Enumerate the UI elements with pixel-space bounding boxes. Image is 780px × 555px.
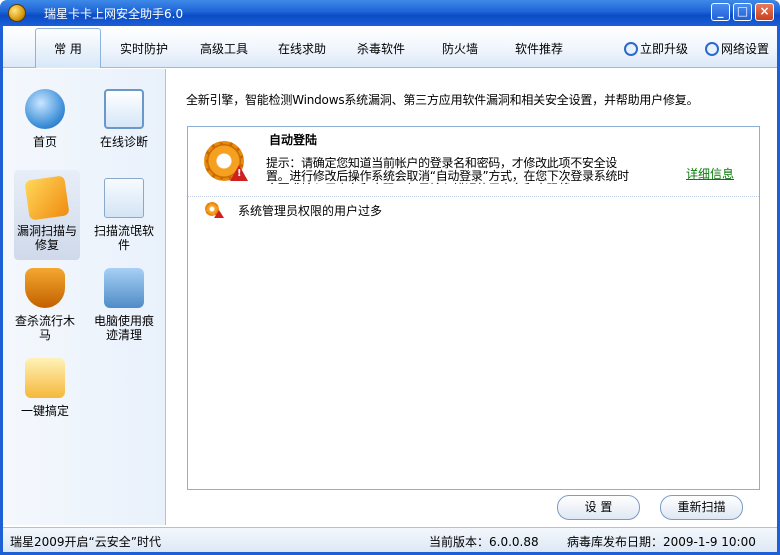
sidebar-item-trojan-scan[interactable]: 查杀流行木马 xyxy=(12,260,78,350)
sidebar-item-label: 一键搞定 xyxy=(20,404,69,418)
upgrade-label: 立即升级 xyxy=(640,42,689,56)
settings-button[interactable]: 设 置 xyxy=(557,495,640,520)
tab-antivirus[interactable]: 杀毒软件 xyxy=(357,40,405,57)
issue-title: 系统管理员权限的用户过多 xyxy=(238,204,383,218)
upgrade-icon xyxy=(624,42,638,56)
maximize-button[interactable]: □ xyxy=(733,3,752,21)
list-item[interactable]: 自动登陆 提示：请确定您知道当前帐户的登录名和密码，才修改此项不安全设置。进行修… xyxy=(188,127,759,197)
clean-traces-icon xyxy=(104,268,144,308)
tab-online-help[interactable]: 在线求助 xyxy=(278,40,326,57)
warning-icon xyxy=(230,165,248,181)
slogan-link[interactable]: 瑞星2009开启“云安全”时代 xyxy=(10,533,161,550)
status-bar: 瑞星2009开启“云安全”时代 当前版本：6.0.0.88 病毒库发布日期：20… xyxy=(3,527,777,552)
tab-common[interactable]: 常 用 xyxy=(35,28,101,68)
sidebar-item-one-click[interactable]: 一键搞定 xyxy=(12,350,78,430)
detail-info-link[interactable]: 详细信息 xyxy=(686,165,734,182)
minimize-button[interactable]: _ xyxy=(711,3,730,21)
tab-advanced-tools[interactable]: 高级工具 xyxy=(200,40,248,57)
app-logo-icon xyxy=(8,4,26,22)
sidebar-item-label: 在线诊断 xyxy=(99,135,148,149)
version-text: 当前版本：6.0.0.88 xyxy=(429,535,539,549)
issue-title: 自动登陆 xyxy=(269,133,318,147)
issue-list[interactable]: 自动登陆 提示：请确定您知道当前帐户的登录名和密码，才修改此项不安全设置。进行修… xyxy=(187,126,760,490)
trojan-icon xyxy=(25,268,65,308)
sidebar-item-label: 电脑使用痕迹清理 xyxy=(93,314,154,342)
issue-description: 提示：请确定您知道当前帐户的登录名和密码，才修改此项不安全设置。进行修改后操作系… xyxy=(266,157,629,184)
one-click-icon xyxy=(25,358,65,398)
top-navigation: 常 用 实时防护 高级工具 在线求助 杀毒软件 防火墙 软件推荐 立即升级 网络… xyxy=(3,26,777,68)
close-button[interactable]: × xyxy=(755,3,774,21)
sidebar-item-rogue-software[interactable]: 扫描流氓软件 xyxy=(91,170,157,260)
sidebar-item-label: 查杀流行木马 xyxy=(14,314,75,342)
home-icon xyxy=(25,89,65,129)
title-bar[interactable]: 瑞星卡卡上网安全助手6.0 _ □ × xyxy=(0,0,780,26)
network-settings-label: 网络设置 xyxy=(721,42,770,56)
sidebar-item-label: 漏洞扫描与修复 xyxy=(16,224,77,252)
rogue-software-icon xyxy=(104,178,144,218)
sidebar-item-vulnerability-scan[interactable]: 漏洞扫描与修复 xyxy=(14,170,80,260)
window-title: 瑞星卡卡上网安全助手6.0 xyxy=(44,7,184,21)
tab-common-label: 常 用 xyxy=(54,42,82,56)
upgrade-link[interactable]: 立即升级 xyxy=(624,40,688,57)
network-settings-icon xyxy=(705,42,719,56)
list-item[interactable]: 系统管理员权限的用户过多 xyxy=(188,199,759,221)
warning-icon xyxy=(214,210,224,218)
main-panel: 全新引擎，智能检测Windows系统漏洞、第三方应用软件漏洞和相关安全设置，并帮… xyxy=(167,69,777,525)
tab-realtime-protection[interactable]: 实时防护 xyxy=(120,40,168,57)
sidebar-item-home[interactable]: 首页 xyxy=(12,81,78,161)
sidebar: 首页 在线诊断 漏洞扫描与修复 扫描流氓软件 查杀流行木马 电脑使用痕迹清理 一… xyxy=(3,69,166,525)
sidebar-item-label: 首页 xyxy=(32,135,57,149)
sidebar-item-label: 扫描流氓软件 xyxy=(93,224,154,252)
tab-firewall[interactable]: 防火墙 xyxy=(442,40,478,57)
rescan-button[interactable]: 重新扫描 xyxy=(660,495,743,520)
intro-text: 全新引擎，智能检测Windows系统漏洞、第三方应用软件漏洞和相关安全设置，并帮… xyxy=(186,93,699,107)
diagnosis-icon xyxy=(104,89,144,129)
sidebar-item-online-diagnosis[interactable]: 在线诊断 xyxy=(91,81,157,161)
sidebar-item-clean-traces[interactable]: 电脑使用痕迹清理 xyxy=(91,260,157,350)
virus-db-date: 病毒库发布日期：2009-1-9 10:00 xyxy=(567,535,756,549)
tab-software-recommend[interactable]: 软件推荐 xyxy=(515,40,563,57)
vulnerability-scan-icon xyxy=(24,175,70,221)
network-settings-link[interactable]: 网络设置 xyxy=(705,40,769,57)
